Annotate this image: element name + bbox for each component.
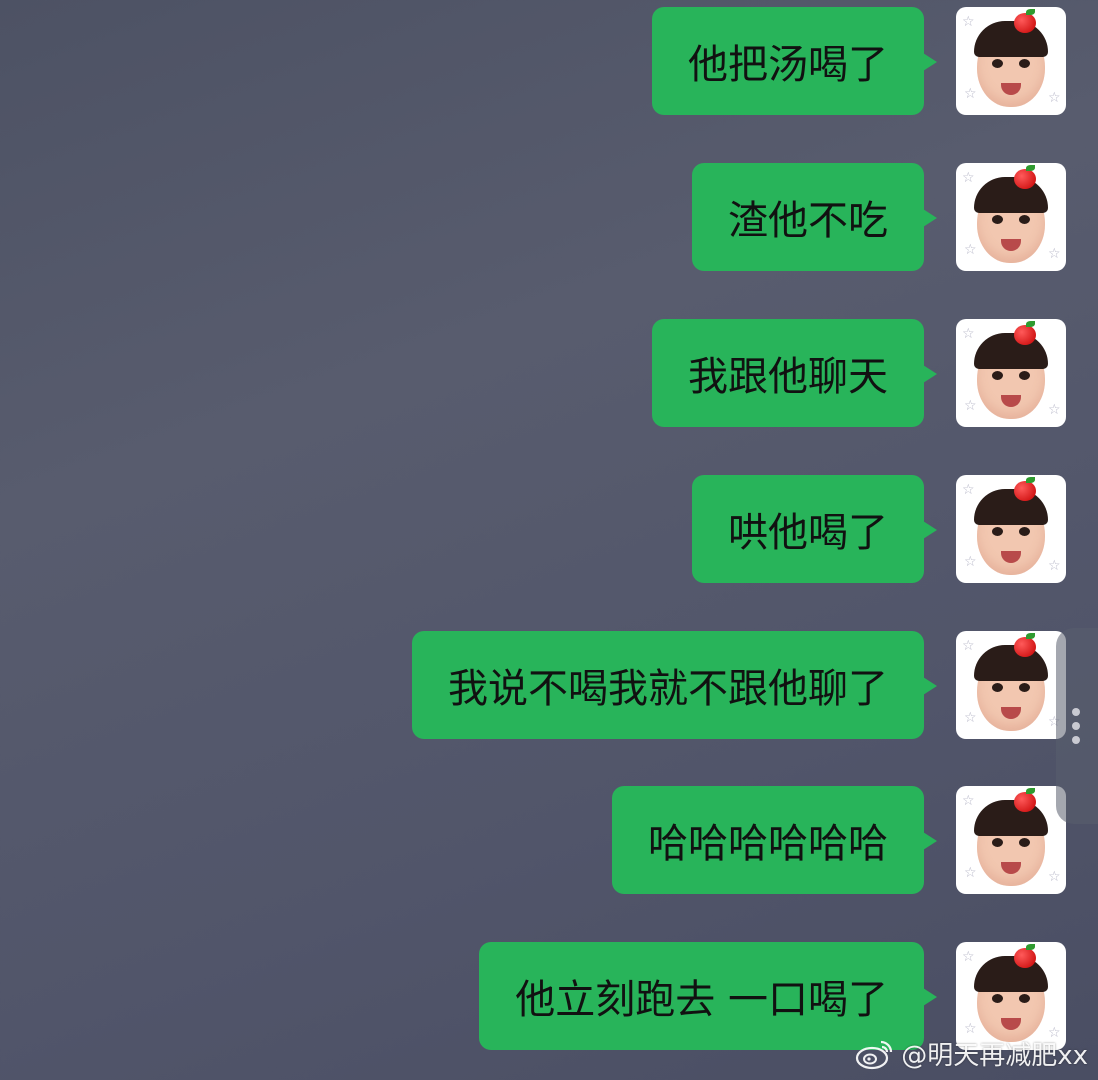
message-bubble[interactable]: 我跟他聊天 bbox=[652, 319, 937, 427]
sender-avatar[interactable]: ☆ ☆ ☆ bbox=[956, 786, 1066, 894]
eye-image bbox=[992, 838, 1003, 847]
apple-icon bbox=[1014, 325, 1036, 345]
handle-dot-icon bbox=[1072, 722, 1080, 730]
eye-image bbox=[1019, 215, 1030, 224]
sender-avatar[interactable]: ☆ ☆ ☆ bbox=[956, 942, 1066, 1050]
star-icon: ☆ bbox=[962, 949, 975, 965]
hair-image bbox=[974, 21, 1048, 57]
leaf-icon bbox=[1026, 321, 1035, 327]
hair-image bbox=[974, 177, 1048, 213]
leaf-icon bbox=[1026, 788, 1035, 794]
sender-avatar[interactable]: ☆ ☆ ☆ bbox=[956, 7, 1066, 115]
star-icon: ☆ bbox=[1048, 558, 1061, 574]
watermark-text: @明天再减肥xx bbox=[901, 1041, 1088, 1071]
handle-dot-icon bbox=[1072, 708, 1080, 716]
star-icon: ☆ bbox=[964, 242, 977, 258]
leaf-icon bbox=[1026, 165, 1035, 171]
star-icon: ☆ bbox=[1048, 402, 1061, 418]
eye-image bbox=[992, 683, 1003, 692]
leaf-icon bbox=[1026, 9, 1035, 15]
eye-image bbox=[1019, 371, 1030, 380]
eye-image bbox=[1019, 527, 1030, 536]
eye-image bbox=[1019, 838, 1030, 847]
apple-icon bbox=[1014, 13, 1036, 33]
hair-image bbox=[974, 333, 1048, 369]
sender-avatar[interactable]: ☆ ☆ ☆ bbox=[956, 319, 1066, 427]
message-row: 哈哈哈哈哈哈 ☆ ☆ ☆ bbox=[612, 786, 1066, 894]
star-icon: ☆ bbox=[1048, 90, 1061, 106]
star-icon: ☆ bbox=[964, 1021, 977, 1037]
eye-image bbox=[1019, 683, 1030, 692]
eye-image bbox=[992, 215, 1003, 224]
star-icon: ☆ bbox=[1048, 869, 1061, 885]
star-icon: ☆ bbox=[964, 398, 977, 414]
star-icon: ☆ bbox=[962, 170, 975, 186]
hair-image bbox=[974, 645, 1048, 681]
message-row: 我跟他聊天 ☆ ☆ ☆ bbox=[652, 319, 1066, 427]
message-bubble[interactable]: 哄他喝了 bbox=[692, 475, 937, 583]
sender-avatar[interactable]: ☆ ☆ ☆ bbox=[956, 475, 1066, 583]
sender-avatar[interactable]: ☆ ☆ ☆ bbox=[956, 163, 1066, 271]
eye-image bbox=[992, 59, 1003, 68]
star-icon: ☆ bbox=[962, 638, 975, 654]
star-icon: ☆ bbox=[1048, 246, 1061, 262]
weibo-logo-icon bbox=[856, 1040, 893, 1069]
star-icon: ☆ bbox=[964, 865, 977, 881]
message-bubble[interactable]: 他把汤喝了 bbox=[652, 7, 937, 115]
message-bubble[interactable]: 哈哈哈哈哈哈 bbox=[612, 786, 937, 894]
message-bubble[interactable]: 他立刻跑去 一口喝了 bbox=[479, 942, 937, 1050]
chat-conversation: 他把汤喝了 ☆ ☆ ☆ 渣他不吃 ☆ ☆ ☆ 我跟他聊天 ☆ ☆ ☆ 哄他喝了 … bbox=[0, 0, 1098, 1080]
apple-icon bbox=[1014, 948, 1036, 968]
eye-image bbox=[992, 994, 1003, 1003]
leaf-icon bbox=[1026, 477, 1035, 483]
eye-image bbox=[1019, 994, 1030, 1003]
star-icon: ☆ bbox=[962, 793, 975, 809]
eye-image bbox=[992, 527, 1003, 536]
hair-image bbox=[974, 800, 1048, 836]
handle-dot-icon bbox=[1072, 736, 1080, 744]
star-icon: ☆ bbox=[962, 482, 975, 498]
apple-icon bbox=[1014, 169, 1036, 189]
message-row: 他立刻跑去 一口喝了 ☆ ☆ ☆ bbox=[479, 942, 1066, 1050]
star-icon: ☆ bbox=[964, 554, 977, 570]
star-icon: ☆ bbox=[962, 326, 975, 342]
message-row: 他把汤喝了 ☆ ☆ ☆ bbox=[652, 7, 1066, 115]
eye-image bbox=[1019, 59, 1030, 68]
message-row: 哄他喝了 ☆ ☆ ☆ bbox=[692, 475, 1066, 583]
message-bubble[interactable]: 渣他不吃 bbox=[692, 163, 937, 271]
watermark: @明天再减肥xx bbox=[855, 1035, 1088, 1072]
star-icon: ☆ bbox=[964, 710, 977, 726]
message-row: 渣他不吃 ☆ ☆ ☆ bbox=[692, 163, 1066, 271]
star-icon: ☆ bbox=[962, 14, 975, 30]
message-row: 我说不喝我就不跟他聊了 ☆ ☆ ☆ bbox=[412, 631, 1066, 739]
message-bubble[interactable]: 我说不喝我就不跟他聊了 bbox=[412, 631, 937, 739]
apple-icon bbox=[1014, 481, 1036, 501]
apple-icon bbox=[1014, 637, 1036, 657]
hair-image bbox=[974, 956, 1048, 992]
hair-image bbox=[974, 489, 1048, 525]
apple-icon bbox=[1014, 792, 1036, 812]
side-drawer-handle[interactable] bbox=[1056, 628, 1098, 824]
leaf-icon bbox=[1026, 633, 1035, 639]
star-icon: ☆ bbox=[964, 86, 977, 102]
sender-avatar[interactable]: ☆ ☆ ☆ bbox=[956, 631, 1066, 739]
leaf-icon bbox=[1026, 944, 1035, 950]
eye-image bbox=[992, 371, 1003, 380]
